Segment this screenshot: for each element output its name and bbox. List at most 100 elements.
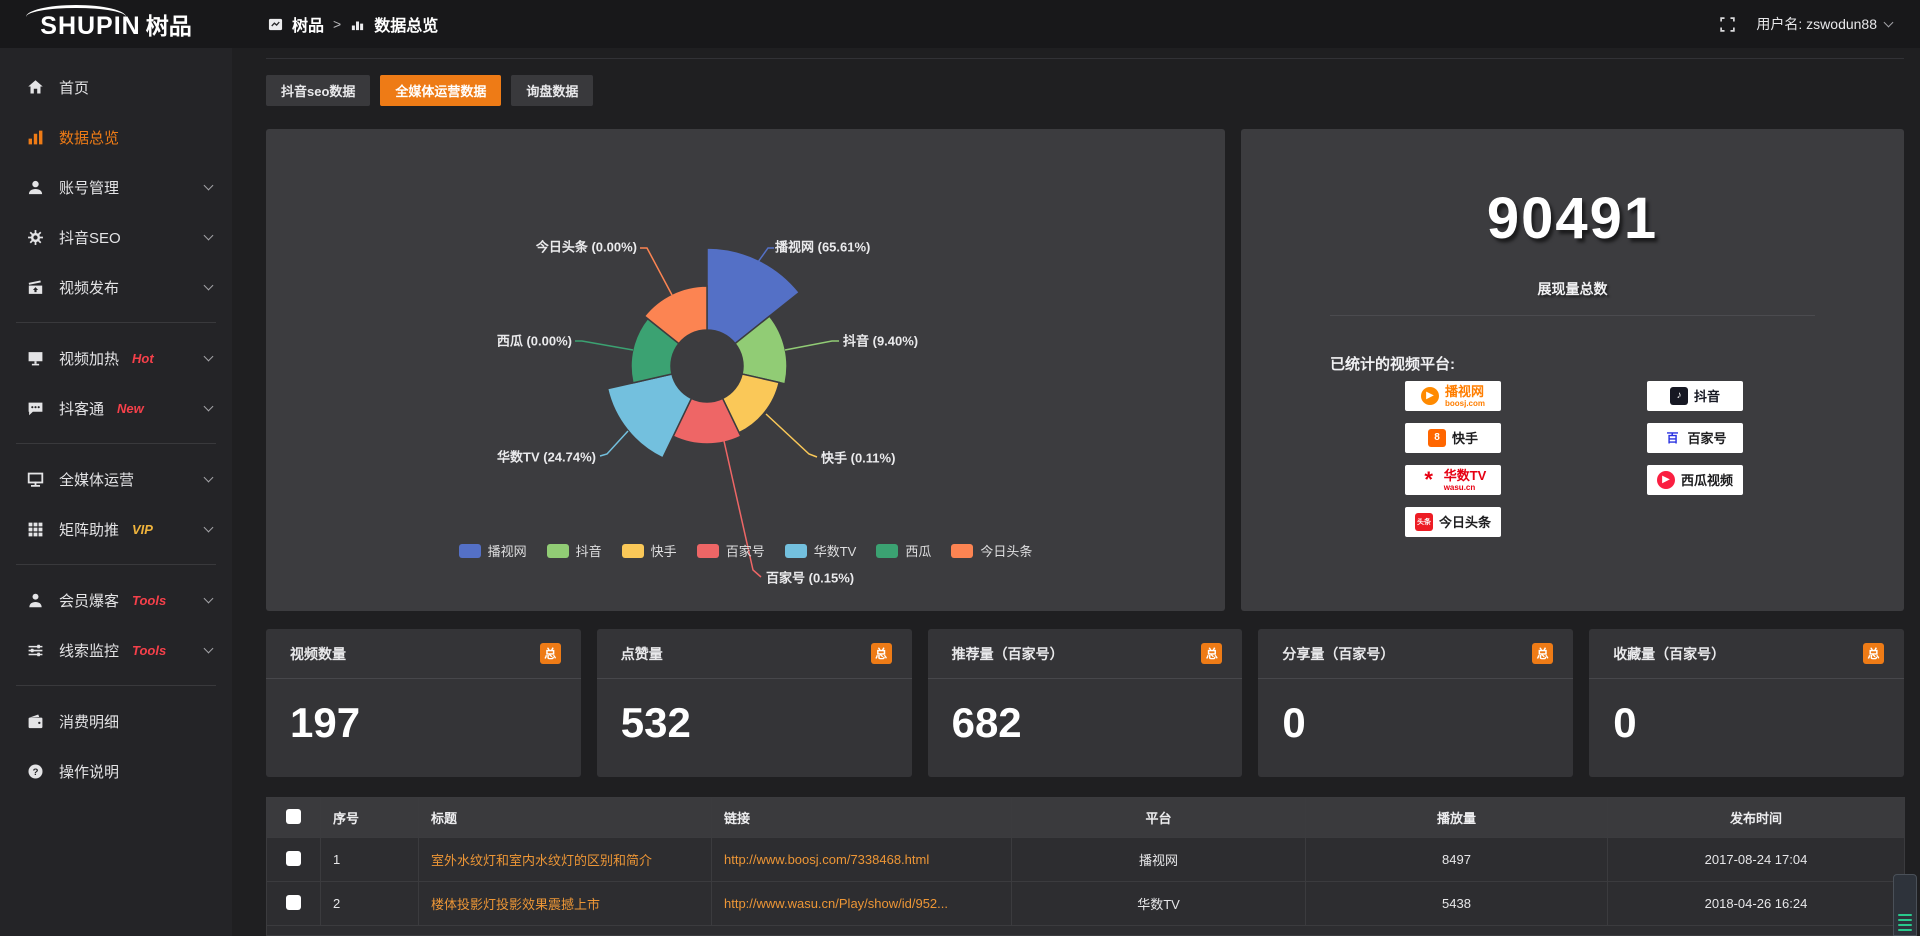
platform-domain: wasu.cn [1444,484,1476,492]
data-tabs: 抖音seo数据 全媒体运营数据 询盘数据 [266,75,1904,106]
stat-card-title: 分享量（百家号） [1282,644,1394,664]
main-content: 抖音seo数据 全媒体运营数据 询盘数据 播视网抖音快手百家号华数TV西瓜今日头… [232,48,1920,936]
stat-card-title: 视频数量 [290,644,346,664]
sidebar-item[interactable]: 视频加热 Hot [0,333,232,383]
sidebar-item[interactable]: 首页 [0,62,232,112]
chevron-down-icon [1884,18,1894,28]
platform-name: 快手 [1452,432,1478,445]
sidebar-item[interactable]: 数据总览 [0,112,232,162]
sidebar-item-badge: VIP [132,522,153,537]
chart-mini-icon [350,17,365,32]
impressions-total-value: 90491 [1241,185,1904,252]
legend-swatch [547,544,569,558]
stat-cards-row: 视频数量 总 197 点赞量 总 532 推荐量（百家号） 总 682 [266,629,1904,777]
sidebar-item-badge: New [117,401,144,416]
cell-time: 2018-04-26 16:24 [1608,882,1905,926]
platform-logo-icon: ▶ [1657,471,1675,489]
platform-badge: 8 快手 [1405,423,1501,453]
sidebar-item-icon [27,79,44,96]
row-checkbox[interactable] [286,895,301,910]
data-tab[interactable]: 抖音seo数据 [266,75,370,106]
sidebar-item-badge: Tools [132,593,166,608]
sidebar-item-label: 抖音SEO [59,227,121,248]
user-menu[interactable]: 用户名: zswodun88 [1756,14,1892,34]
table-row: 2 楼体投影灯投影效果震撼上市 http://www.wasu.cn/Play/… [267,882,1905,926]
sidebar-item-label: 数据总览 [59,127,119,148]
chevron-down-icon [204,231,214,241]
legend-item-6[interactable]: 今日头条 [951,541,1032,560]
platform-logo-icon: ♪ [1670,387,1688,405]
sidebar-item[interactable]: 矩阵助推 VIP [0,504,232,554]
platform-name: 今日头条 [1439,516,1491,529]
data-tab[interactable]: 全媒体运营数据 [380,75,501,106]
sidebar-item-label: 视频发布 [59,277,119,298]
chevron-down-icon [204,402,214,412]
summary-divider [1330,315,1815,316]
stat-card-value: 197 [266,679,581,747]
sidebar-item[interactable]: 会员爆客 Tools [0,575,232,625]
legend-label: 今日头条 [980,541,1032,560]
cell-link[interactable]: http://www.wasu.cn/Play/show/id/952... [712,882,1012,926]
total-badge: 总 [540,643,561,664]
sidebar-item[interactable]: 消费明细 [0,696,232,746]
legend-swatch [697,544,719,558]
sidebar-item[interactable]: 抖客通 New [0,383,232,433]
sidebar-item-icon [27,279,44,296]
breadcrumb-home[interactable]: 树品 [292,12,324,36]
legend-item-2[interactable]: 快手 [622,541,677,560]
sidebar-item-label: 矩阵助推 [59,519,119,540]
platform-logo-icon: ▶ [1421,387,1439,405]
sidebar-item[interactable]: 线索监控 Tools [0,625,232,675]
sidebar-item[interactable]: 账号管理 [0,162,232,212]
cell-no: 1 [321,838,419,882]
platform-name: 西瓜视频 [1681,474,1733,487]
legend-swatch [459,544,481,558]
sidebar-item[interactable]: ? 操作说明 [0,746,232,796]
pie-label-line [575,341,633,350]
stat-card: 收藏量（百家号） 总 0 [1589,629,1904,777]
stat-card: 推荐量（百家号） 总 682 [928,629,1243,777]
sidebar-item[interactable]: 视频发布 [0,262,232,312]
legend-swatch [785,544,807,558]
column-header-title: 标题 [419,798,712,838]
sidebar-item-icon: ? [27,763,44,780]
sidebar-item-icon [27,521,44,538]
pie-label-line [785,341,839,350]
platform-badges-left: ▶ 播视网 boosj.com 8 快手 [1405,381,1501,537]
sidebar-item-icon [27,592,44,609]
sidebar-item-label: 会员爆客 [59,590,119,611]
header-divider [266,58,1904,59]
platform-name: 百家号 [1687,432,1726,445]
floating-toolbar-widget[interactable] [1893,874,1917,936]
platform-logo-icon: 头条 [1415,513,1433,531]
row-checkbox[interactable] [286,851,301,866]
platform-badge: ♪ 抖音 [1647,381,1743,411]
cell-views: 8497 [1306,838,1608,882]
cell-link[interactable]: http://www.boosj.com/7338468.html [712,838,1012,882]
table-header-row: 序号 标题 链接 平台 播放量 发布时间 [267,798,1905,838]
pie-slice-4[interactable] [608,374,692,458]
table-row: 1 室外水纹灯和室内水纹灯的区别和简介 http://www.boosj.com… [267,838,1905,882]
sidebar-item-label: 线索监控 [59,640,119,661]
legend-item-0[interactable]: 播视网 [459,541,527,560]
legend-item-3[interactable]: 百家号 [697,541,765,560]
legend-item-1[interactable]: 抖音 [547,541,602,560]
legend-item-4[interactable]: 华数TV [785,541,857,560]
stat-card-value: 532 [597,679,912,747]
fullscreen-icon[interactable] [1719,16,1736,33]
username-label: 用户名: zswodun88 [1756,14,1877,34]
select-all-checkbox[interactable] [286,809,301,824]
total-badge: 总 [1201,643,1222,664]
platform-name: 华数TV [1444,469,1487,482]
sidebar-item[interactable]: 抖音SEO [0,212,232,262]
legend-item-5[interactable]: 西瓜 [876,541,931,560]
cell-title[interactable]: 室外水纹灯和室内水纹灯的区别和简介 [419,838,712,882]
legend-label: 快手 [651,541,677,560]
cell-title[interactable]: 楼体投影灯投影效果震撼上市 [419,882,712,926]
sidebar-item-label: 操作说明 [59,761,119,782]
pie-label-6: 今日头条 (0.00%) [536,237,637,256]
data-tab[interactable]: 询盘数据 [511,75,593,106]
sidebar-item[interactable]: 全媒体运营 [0,454,232,504]
sidebar-item-label: 账号管理 [59,177,119,198]
sidebar-item-label: 视频加热 [59,348,119,369]
